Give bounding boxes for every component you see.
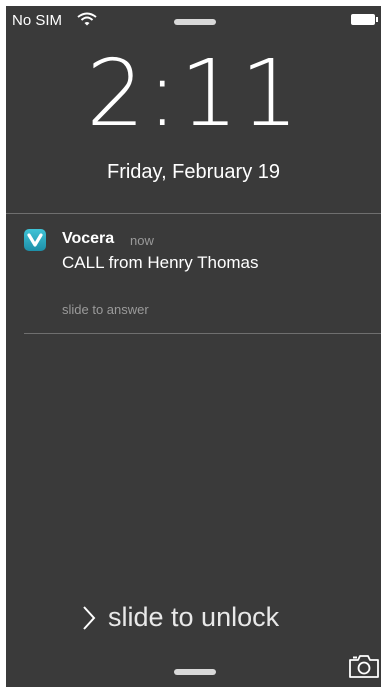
- notification-divider-top: [6, 213, 381, 214]
- vocera-app-icon: [24, 229, 46, 251]
- notification-center-grabber[interactable]: [174, 19, 216, 25]
- slide-to-answer-hint[interactable]: slide to answer: [62, 302, 149, 317]
- carrier-label: No SIM: [12, 12, 63, 29]
- wifi-icon: [77, 12, 97, 26]
- camera-icon[interactable]: [348, 653, 380, 679]
- slide-to-unlock-label[interactable]: slide to unlock: [108, 602, 279, 633]
- battery-tip: [376, 17, 378, 22]
- lock-date: Friday, February 19: [106, 161, 281, 183]
- battery-icon: [351, 14, 375, 25]
- lock-clock: 2:11: [86, 40, 301, 147]
- notification-divider-bottom: [24, 333, 381, 334]
- control-center-grabber[interactable]: [174, 669, 216, 675]
- lock-screen: No SIM 2:11 Friday, February 19 Vocera n…: [6, 6, 381, 687]
- notification-time: now: [130, 233, 154, 248]
- chevron-right-icon[interactable]: [82, 604, 96, 632]
- notification-app-name: Vocera: [62, 230, 115, 247]
- notification-message: CALL from Henry Thomas: [62, 253, 259, 272]
